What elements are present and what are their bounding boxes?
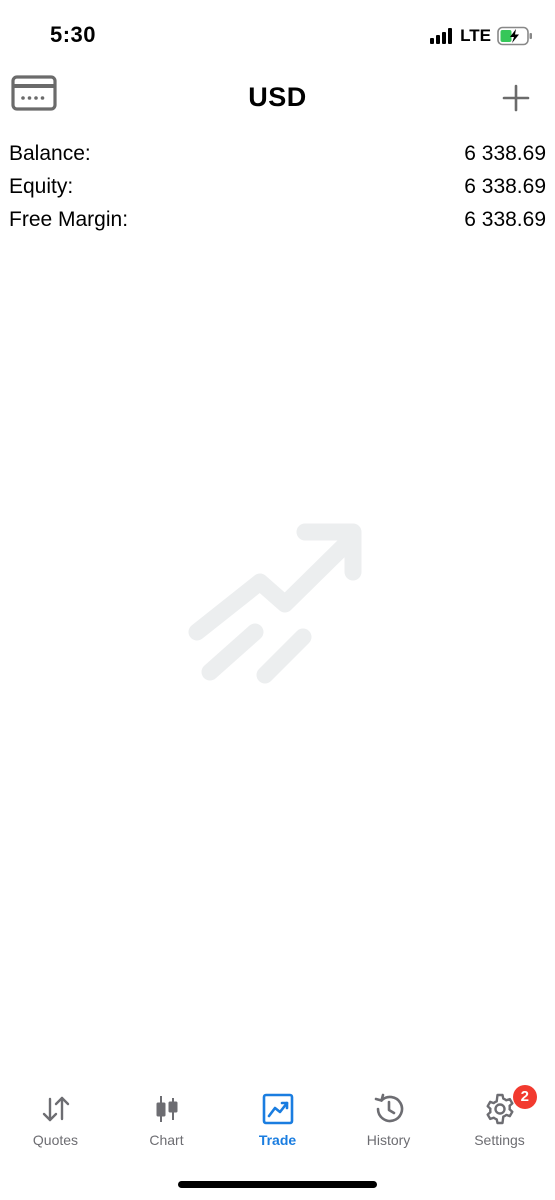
status-indicators: LTE (430, 24, 533, 48)
home-indicator[interactable] (178, 1181, 377, 1188)
tab-quotes[interactable]: Quotes (0, 1085, 111, 1165)
status-time: 5:30 (50, 22, 97, 47)
trend-up-icon (188, 523, 362, 684)
status-bar: 5:30 LTE (0, 0, 555, 70)
tab-label-chart: Chart (149, 1132, 184, 1148)
tab-label-quotes: Quotes (32, 1132, 79, 1148)
free-margin-value: 6 338.69 (464, 207, 546, 231)
free-margin-label: Free Margin: (9, 207, 129, 231)
tab-label-settings: Settings (474, 1132, 525, 1148)
equity-label: Equity: (9, 174, 74, 198)
header: USD (0, 70, 555, 130)
tab-label-trade: Trade (258, 1132, 297, 1148)
free-margin-row: Free Margin: 6 338.69 (9, 203, 546, 236)
network-type: LTE (460, 26, 491, 45)
plus-icon[interactable] (502, 84, 530, 112)
tab-chart[interactable]: Chart (111, 1085, 222, 1165)
tab-bar: Quotes Chart Trade History Settings 2 (0, 1085, 555, 1165)
quotes-arrows-icon (42, 1096, 69, 1122)
balance-label: Balance: (9, 141, 91, 165)
battery-charging-icon (497, 26, 532, 46)
tab-trade[interactable]: Trade (222, 1085, 333, 1165)
balance-value: 6 338.69 (464, 141, 546, 165)
notification-badge: 2 (512, 1085, 537, 1109)
history-clock-icon (374, 1093, 403, 1123)
balance-row: Balance: 6 338.69 (9, 137, 546, 170)
equity-value: 6 338.69 (464, 174, 546, 198)
candlestick-icon (156, 1096, 177, 1122)
gear-icon (486, 1093, 513, 1125)
tab-history[interactable]: History (333, 1085, 444, 1165)
tab-label-history: History (366, 1132, 411, 1148)
trade-chart-icon (262, 1093, 293, 1125)
page-title: USD (248, 82, 307, 112)
tab-settings[interactable]: Settings 2 (444, 1085, 555, 1165)
account-summary: Balance: 6 338.69 Equity: 6 338.69 Free … (9, 137, 546, 236)
signal-strength-icon (430, 28, 453, 44)
equity-row: Equity: 6 338.69 (9, 170, 546, 203)
